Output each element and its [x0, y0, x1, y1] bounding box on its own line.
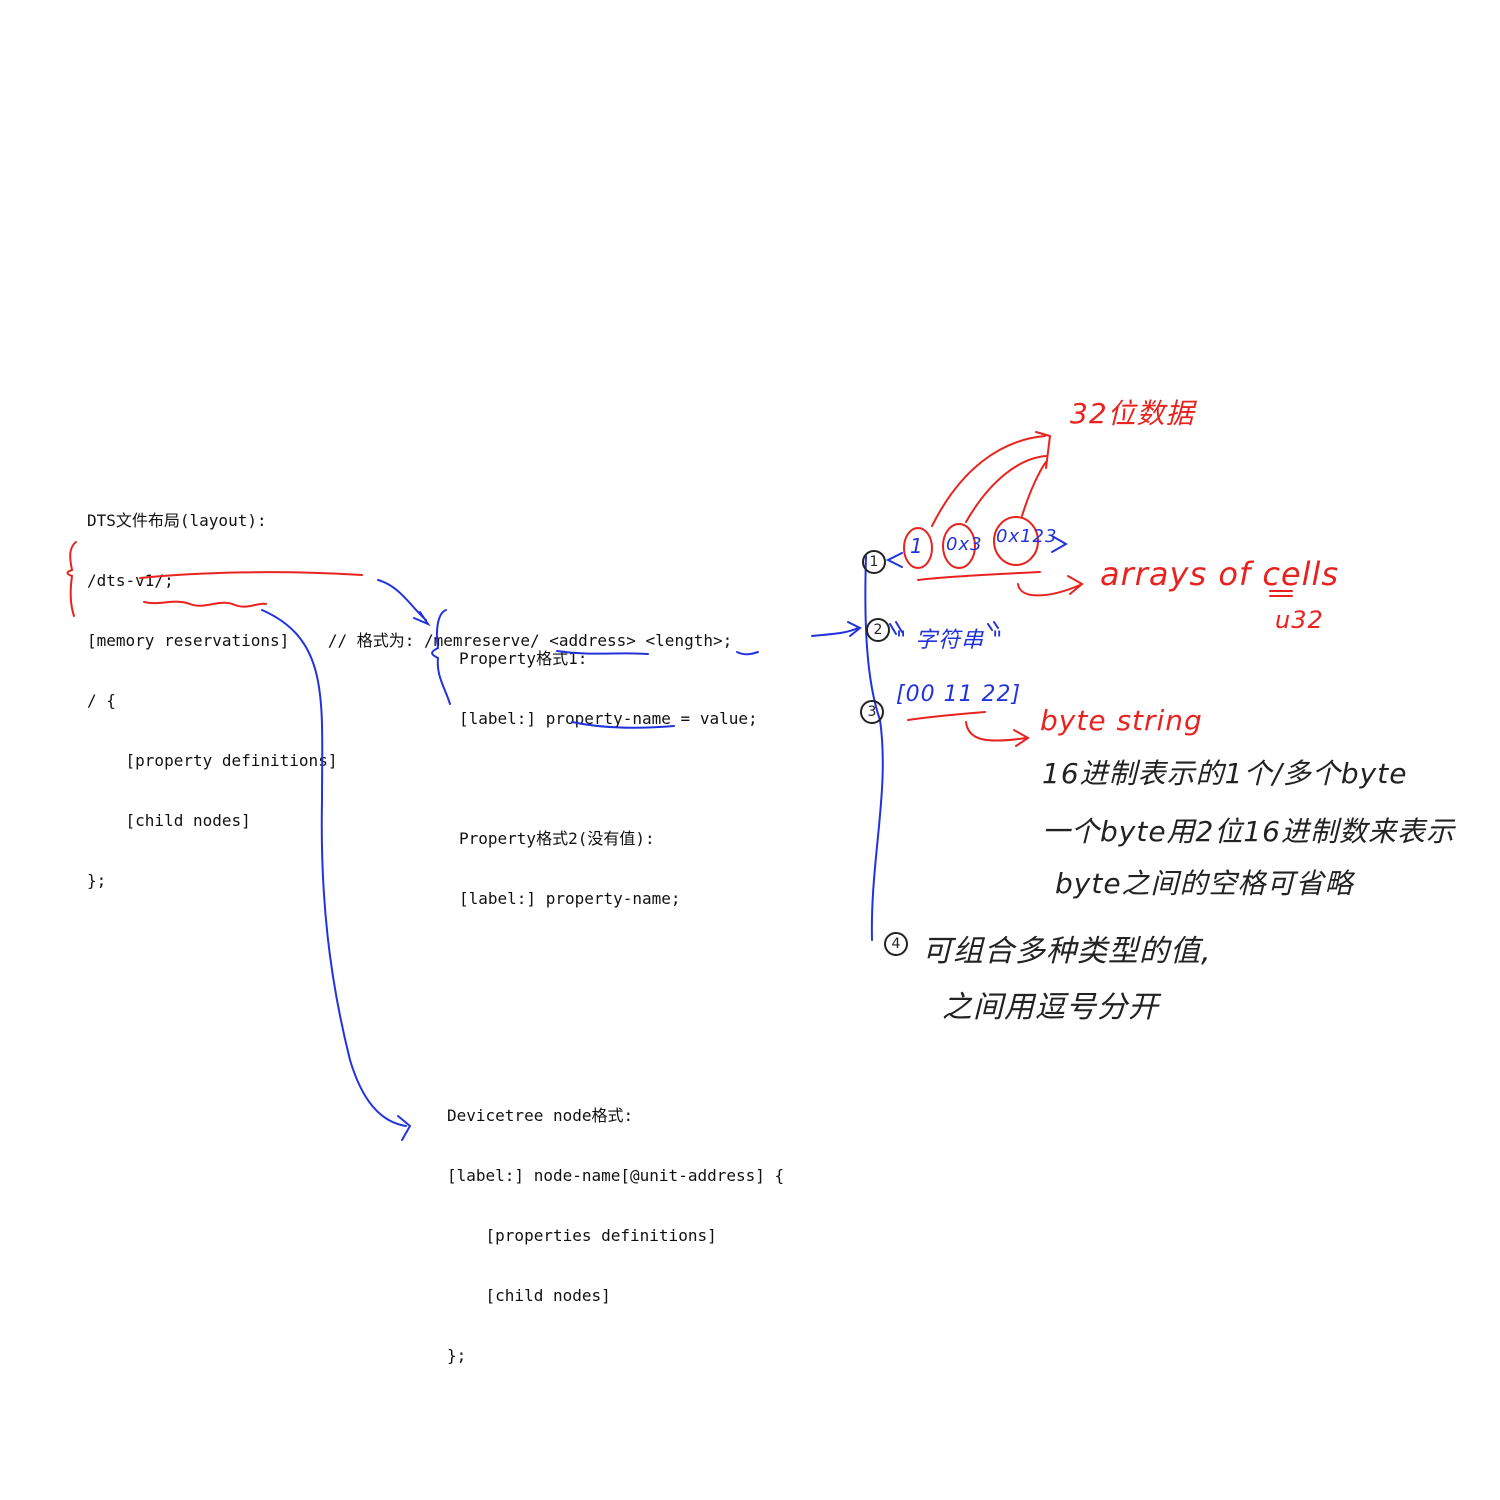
- dts-version-line: /dts-v1/;: [87, 571, 174, 590]
- cell-value-3: 0x123: [996, 526, 1058, 547]
- dts-layout-title: DTS文件布局(layout):: [87, 511, 267, 530]
- node-format-open-line: [label:] node-name[@unit-address] {: [447, 1166, 785, 1185]
- red-underline-bytes: [907, 711, 986, 721]
- node-child-nodes-line: [child nodes]: [447, 1286, 611, 1305]
- property-format2-title: Property格式2(没有值):: [459, 829, 655, 848]
- node-format-block: Devicetree node格式: [label:] node-name[@u…: [447, 1067, 784, 1386]
- node-close-line: };: [447, 1346, 467, 1365]
- node-format-title: Devicetree node格式:: [447, 1106, 634, 1125]
- item-number-1: 1: [862, 550, 886, 574]
- cell-value-2: 0x3: [946, 534, 983, 555]
- red-underline-cells: [917, 571, 1041, 581]
- property-blank-line: [459, 768, 758, 790]
- bytes-value-note: [00 11 22]: [896, 682, 1022, 707]
- node-properties-line: [properties definitions]: [447, 1226, 717, 1245]
- red-arc-1: [931, 435, 1046, 527]
- red-left-brace: [66, 541, 77, 617]
- arrays-of-cells-note: arrays of cells: [1100, 555, 1340, 593]
- property-format1-title: Property格式1:: [459, 649, 588, 668]
- red-arrowhead-top: [1035, 431, 1052, 469]
- property-format1-line: [label:] property-name = value;: [459, 709, 758, 728]
- red-arrow-arrays: [1017, 575, 1084, 597]
- red-arrow-byte-string: [965, 721, 1030, 747]
- byte-string-note: byte string: [1040, 704, 1203, 737]
- item-number-4: 4: [884, 932, 908, 956]
- blue-arrow-to-types: [811, 621, 862, 637]
- property-format2-line: [label:] property-name;: [459, 889, 681, 908]
- byte-note-line-2: 一个byte用2位16进制数来表示: [1042, 815, 1455, 848]
- item-number-2: 2: [866, 618, 890, 642]
- red-arc-2: [965, 455, 1047, 523]
- item-number-3: 3: [860, 700, 884, 724]
- u32-note: u32: [1275, 606, 1324, 634]
- cell-value-1: 1: [910, 534, 924, 558]
- blue-types-spine: [864, 555, 884, 941]
- bits32-note: 32位数据: [1070, 397, 1195, 430]
- property-format-block: Property格式1: [label:] property-name = va…: [459, 610, 758, 929]
- combo-note-line-1: 可组合多种类型的值,: [922, 934, 1212, 969]
- byte-note-line-3: byte之间的空格可省略: [1055, 867, 1354, 900]
- red-arc-3: [1021, 461, 1047, 517]
- byte-note-line-1: 16进制表示的1个/多个byte: [1042, 757, 1408, 790]
- combo-note-line-2: 之间用逗号分开: [942, 990, 1159, 1025]
- string-value-note: " 字符串 ": [896, 628, 1004, 653]
